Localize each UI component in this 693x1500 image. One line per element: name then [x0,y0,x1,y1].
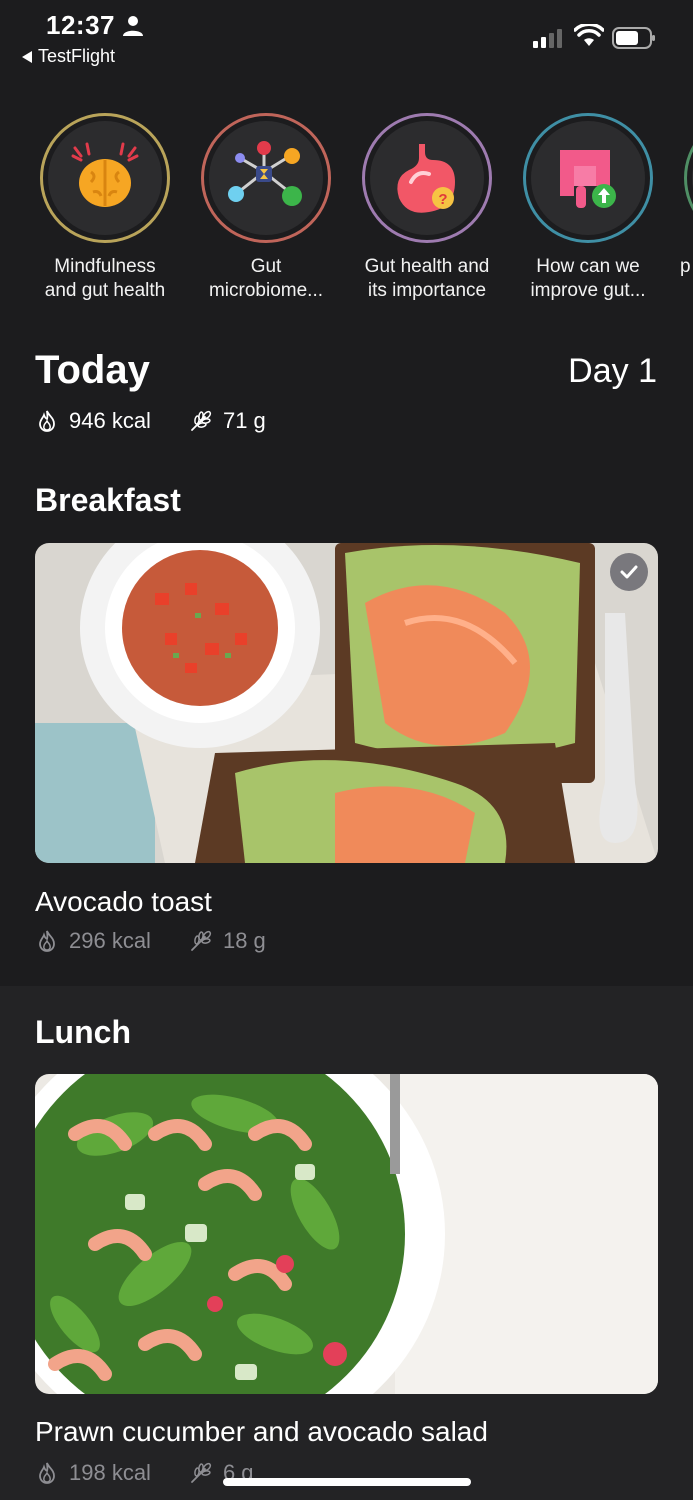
wheat-icon [191,410,212,431]
meal-kcal: 296 kcal [69,928,151,953]
meal-grams: 18 g [222,928,266,953]
story-gut-health-importance[interactable]: ? Gut health and its importance [347,113,507,303]
meal-name[interactable]: Prawn cucumber and avocado salad [35,1416,488,1448]
battery-icon [612,27,655,49]
breakfast-title: Breakfast [35,482,181,518]
back-arrow-icon [22,50,32,63]
story-partial[interactable]: p [669,113,693,279]
wheat-icon [191,930,212,951]
story-ring [40,113,170,243]
story-ring: ? [362,113,492,243]
today-title: Today [35,348,150,392]
person-icon [123,16,143,36]
brain-icon [71,142,139,207]
cellular-signal-icon [533,28,562,48]
lunch-title: Lunch [35,1014,131,1050]
lunch-section: Lunch Prawn cucumber and avocado salad 1… [0,986,693,1500]
story-label: Gut health and its importance [364,256,490,301]
flame-icon [39,930,55,952]
today-kcal: 946 kcal [69,408,151,433]
completed-check-icon[interactable] [610,553,648,591]
story-ring [523,113,653,243]
microbiome-network-icon [228,141,302,206]
meal-kcal: 198 kcal [69,1460,151,1485]
wifi-icon [574,24,604,46]
stories-row[interactable]: Mindfulness and gut health Gut microbiom… [0,113,693,313]
story-label: Mindfulness and gut health [44,256,166,301]
today-totals: 946 kcal 71 g [35,408,266,434]
flame-icon [39,410,55,432]
story-gut-microbiome[interactable]: Gut microbiome... [186,113,346,303]
stomach-question-icon: ? [397,144,455,213]
wheat-icon [191,1462,212,1483]
story-ring [684,113,693,243]
meal-macros: 296 kcal 18 g [35,928,266,954]
home-indicator[interactable] [223,1478,471,1486]
prawn-salad-photo [35,1074,658,1394]
story-ring [201,113,331,243]
today-grams: 71 g [222,408,266,433]
story-improve-gut[interactable]: How can we improve gut... [508,113,668,303]
avocado-toast-image[interactable] [35,543,658,863]
status-bar: 12:37 TestFlight [0,0,693,80]
back-app-label: TestFlight [38,46,116,66]
story-label: How can we improve gut... [530,256,646,301]
story-label: Gut microbiome... [208,256,324,301]
story-mindfulness[interactable]: Mindfulness and gut health [25,113,185,303]
svg-text:?: ? [438,191,447,208]
meal-macros: 198 kcal 6 g [35,1460,254,1486]
back-to-app-button[interactable]: TestFlight [22,46,115,67]
flame-icon [39,1462,55,1484]
meal-name[interactable]: Avocado toast [35,886,212,918]
story-label: p [680,256,691,277]
avocado-toast-photo [35,543,658,863]
breakfast-section: Breakfast Avocado toast 296 kcal 18 g [0,462,693,986]
intestine-up-icon [560,150,616,208]
day-label: Day 1 [568,352,657,390]
status-time: 12:37 [46,10,115,40]
prawn-salad-image[interactable] [35,1074,658,1394]
